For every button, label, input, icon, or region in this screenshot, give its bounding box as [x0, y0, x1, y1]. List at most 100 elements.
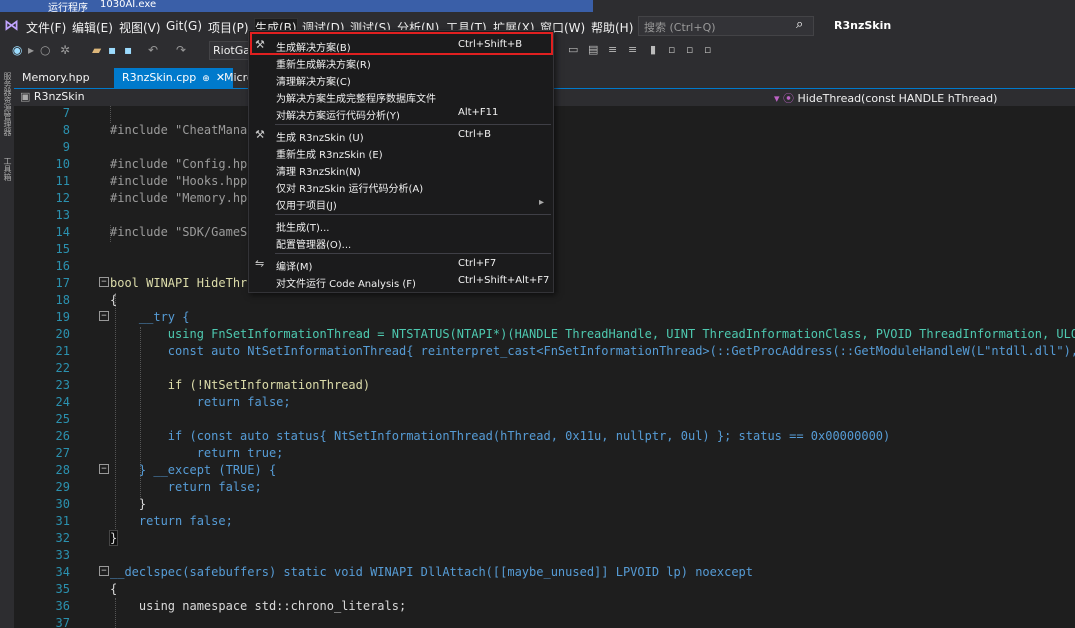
- function-label: HideThread(const HANDLE hThread): [797, 92, 998, 105]
- code-line: 30 }: [14, 497, 1075, 514]
- search-input[interactable]: 搜索 (Ctrl+Q): [638, 16, 814, 36]
- line-number: 33: [55, 548, 70, 562]
- bookmark-next-icon[interactable]: ▫: [686, 43, 693, 56]
- menu-project[interactable]: 项目(P): [208, 19, 249, 36]
- menu-item-project-only[interactable]: 仅用于项目(J) ▸: [249, 195, 553, 212]
- redo-icon[interactable]: ↷: [176, 43, 186, 57]
- line-text: {: [110, 293, 118, 307]
- menu-edit[interactable]: 编辑(E): [72, 19, 113, 36]
- menu-item-label: 清理 R3nzSkin(N): [276, 167, 361, 178]
- menu-file[interactable]: 文件(F): [26, 19, 66, 36]
- bookmark-prev-icon[interactable]: ▫: [668, 43, 675, 56]
- pin-tab-icon[interactable]: ⊕: [202, 74, 210, 84]
- search-icon[interactable]: ⌕: [796, 17, 803, 32]
- toolbar-icon-2[interactable]: ▤: [588, 43, 598, 56]
- code-line: 32}: [14, 530, 1075, 548]
- tab-label: R3nzSkin.cpp: [122, 71, 197, 84]
- server-explorer-tab[interactable]: 服务器资源管理器: [2, 72, 13, 136]
- save-icon[interactable]: ▪: [108, 43, 116, 57]
- code-line: 20 using FnSetInformationThread = NTSTAT…: [14, 327, 1075, 344]
- toolbox-tab[interactable]: 工具箱: [2, 157, 13, 181]
- code-line: 24 return false;: [14, 395, 1075, 412]
- line-number: 28: [55, 463, 70, 477]
- collapse-icon[interactable]: −: [99, 566, 109, 576]
- line-text: return true;: [110, 446, 284, 460]
- tab-memory-hpp[interactable]: Memory.hpp: [14, 68, 98, 88]
- menu-item-generate-pdb[interactable]: 为解决方案生成完整程序数据库文件: [249, 88, 553, 105]
- bookmark-clear-icon[interactable]: ▫: [704, 43, 711, 56]
- line-number: 10: [55, 157, 70, 171]
- forward-icon[interactable]: ▸: [28, 43, 34, 57]
- code-line: 37: [14, 616, 1075, 628]
- collapse-icon[interactable]: −: [99, 464, 109, 474]
- collapse-icon[interactable]: −: [99, 277, 109, 287]
- project-dropdown[interactable]: ▣ R3nzSkin: [20, 90, 85, 103]
- menu-item-clean-solution[interactable]: 清理解决方案(C): [249, 71, 553, 88]
- line-text: using FnSetInformationThread = NTSTATUS(…: [110, 327, 1075, 341]
- forward-circle-icon[interactable]: ○: [40, 43, 50, 57]
- menu-item-clean-project[interactable]: 清理 R3nzSkin(N): [249, 161, 553, 178]
- code-line: 21 const auto NtSetInformationThread{ re…: [14, 344, 1075, 361]
- line-text: using namespace std::chrono_literals;: [110, 599, 407, 613]
- visual-studio-logo-icon[interactable]: ⋈: [4, 16, 22, 34]
- tab-label: Memory.hpp: [22, 71, 90, 84]
- line-text: #include "CheatManag: [110, 123, 255, 137]
- code-line: 27 return true;: [14, 446, 1075, 463]
- menu-item-file-code-analysis[interactable]: 对文件运行 Code Analysis (F) Ctrl+Shift+Alt+F7: [249, 273, 553, 290]
- line-number: 35: [55, 582, 70, 596]
- project-label: R3nzSkin: [33, 90, 85, 103]
- code-line: 33: [14, 548, 1075, 565]
- collapse-icon[interactable]: −: [99, 311, 109, 321]
- menu-separator: [275, 253, 551, 254]
- line-text: if (const auto status{ NtSetInformationT…: [110, 429, 891, 443]
- menu-item-label: 批生成(T)...: [276, 223, 330, 234]
- code-line: 36 using namespace std::chrono_literals;: [14, 599, 1075, 616]
- menu-separator: [275, 214, 551, 215]
- bookmark-icon[interactable]: ▮: [650, 43, 656, 56]
- open-folder-icon[interactable]: ▰: [92, 43, 101, 57]
- code-line: 35 {: [14, 582, 1075, 599]
- menu-item-label: 对文件运行 Code Analysis (F): [276, 279, 416, 290]
- outdent-icon[interactable]: ≡: [628, 43, 637, 56]
- line-number: 29: [55, 480, 70, 494]
- solution-config-select[interactable]: RiotGar: [209, 41, 249, 60]
- menu-item-batch-build[interactable]: 批生成(T)...: [249, 217, 553, 234]
- function-dropdown[interactable]: ▾ ⦿ HideThread(const HANDLE hThread): [774, 90, 997, 106]
- line-text: if (!NtSetInformationThread): [110, 378, 371, 392]
- indent-icon[interactable]: ≡: [608, 43, 617, 56]
- menu-git[interactable]: Git(G): [166, 19, 202, 33]
- line-number: 34: [55, 565, 70, 579]
- menu-item-label: 对解决方案运行代码分析(Y): [276, 111, 400, 122]
- new-project-icon[interactable]: ✲: [60, 43, 70, 57]
- save-all-icon[interactable]: ▪: [124, 43, 132, 57]
- code-line: 22: [14, 361, 1075, 378]
- line-number: 7: [62, 106, 70, 120]
- line-number: 15: [55, 242, 70, 256]
- menu-item-rebuild-project[interactable]: 重新生成 R3nzSkin (E): [249, 144, 553, 161]
- menu-item-configuration-manager[interactable]: 配置管理器(O)...: [249, 234, 553, 251]
- solution-name: R3nzSkin: [834, 19, 892, 32]
- menu-item-rebuild-solution[interactable]: 重新生成解决方案(R): [249, 54, 553, 71]
- menu-item-run-code-analysis-solution[interactable]: 对解决方案运行代码分析(Y) Alt+F11: [249, 105, 553, 122]
- menu-help[interactable]: 帮助(H): [591, 19, 633, 36]
- code-line: 25: [14, 412, 1075, 429]
- undo-icon[interactable]: ↶: [148, 43, 158, 57]
- menu-item-label: 清理解决方案(C): [276, 77, 351, 88]
- code-line: 34 − __declspec(safebuffers) static void W…: [14, 565, 1075, 582]
- left-tool-strip: 服务器资源管理器 工具箱: [0, 62, 14, 628]
- menu-item-build-project[interactable]: ⚒ 生成 R3nzSkin (U) Ctrl+B: [249, 127, 553, 144]
- menu-item-label: 重新生成 R3nzSkin (E): [276, 150, 383, 161]
- project-icon: ▣: [20, 90, 34, 103]
- title-strip-highlight: [0, 0, 593, 12]
- line-number: 25: [55, 412, 70, 426]
- submenu-arrow-icon: ▸: [539, 197, 545, 208]
- line-number: 11: [55, 174, 70, 188]
- back-icon[interactable]: ◉: [12, 43, 22, 57]
- menu-view[interactable]: 视图(V): [119, 19, 161, 36]
- menu-item-code-analysis-project[interactable]: 仅对 R3nzSkin 运行代码分析(A): [249, 178, 553, 195]
- toolbar-icon-1[interactable]: ▭: [568, 43, 578, 56]
- menu-item-compile[interactable]: ⇋ 编译(M) Ctrl+F7: [249, 256, 553, 273]
- menu-item-label: 仅对 R3nzSkin 运行代码分析(A): [276, 184, 424, 195]
- line-number: 20: [55, 327, 70, 341]
- line-number: 22: [55, 361, 70, 375]
